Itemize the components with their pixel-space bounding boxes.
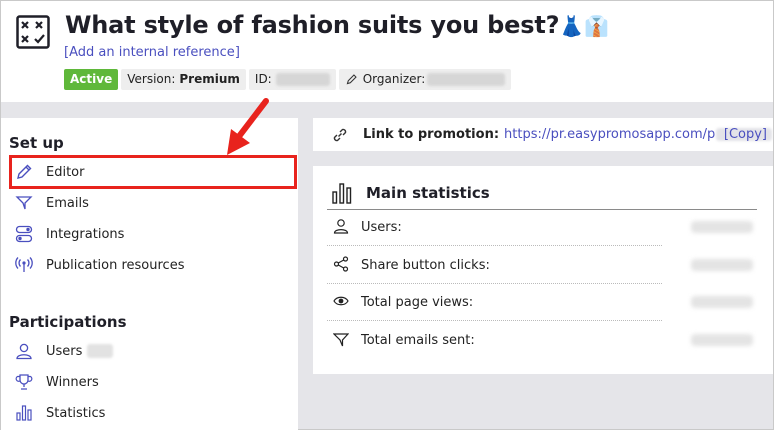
- sidebar-item-label: Statistics: [46, 405, 106, 421]
- status-badge: Active: [64, 69, 119, 90]
- sidebar-item-label: Editor: [46, 164, 85, 180]
- pencil-icon: [14, 162, 34, 182]
- users-count-redacted: [87, 344, 114, 358]
- pencil-icon: [346, 74, 357, 85]
- stat-value-share-clicks-redacted: [691, 259, 753, 271]
- user-icon: [14, 341, 34, 361]
- page-title: What style of fashion suits you best?👗👔: [65, 11, 609, 39]
- id-label: ID:: [254, 72, 272, 86]
- copy-link-button[interactable]: [Copy]: [724, 127, 767, 142]
- stat-row-users: Users:: [327, 209, 662, 246]
- stat-row-total-page-views: Total page views:: [327, 284, 662, 321]
- organizer-label: Organizer:: [362, 72, 426, 86]
- bar-chart-icon: [332, 182, 352, 204]
- organizer-value-redacted: [427, 73, 506, 86]
- setup-section-title: Set up: [9, 134, 64, 152]
- sidebar-item-editor[interactable]: Editor: [9, 155, 297, 189]
- version-badge: Version: Premium: [121, 69, 246, 90]
- contest-logo-icon: [16, 15, 50, 49]
- promotion-url-link[interactable]: https://pr.easypromosapp.com/p: [504, 127, 715, 142]
- bar-chart-icon: [14, 403, 34, 423]
- reference-bracket-close: ]: [234, 45, 240, 60]
- sidebar-item-label: Winners: [46, 374, 99, 390]
- reference-link-text: Add an internal reference: [69, 45, 235, 60]
- send-icon: [333, 332, 351, 350]
- send-icon: [14, 193, 34, 213]
- id-value-redacted: [275, 73, 330, 86]
- stat-value-page-views-redacted: [691, 296, 753, 308]
- sidebar-item-label: Publication resources: [46, 257, 185, 273]
- title-emoji: 👗👔: [559, 14, 609, 38]
- stat-row-share-button-clicks: Share button clicks:: [327, 247, 662, 284]
- eye-icon: [333, 293, 351, 311]
- stat-value-users-redacted: [691, 221, 753, 233]
- id-badge: ID:: [248, 69, 336, 90]
- page-title-text: What style of fashion suits you best?: [65, 11, 560, 39]
- version-label: Version:: [127, 72, 176, 86]
- participations-section-title: Participations: [9, 313, 127, 331]
- main-statistics-header: Main statistics: [327, 176, 757, 210]
- stat-label: Share button clicks:: [361, 257, 490, 273]
- stat-label: Users:: [361, 219, 402, 235]
- sidebar-item-label: Emails: [46, 195, 89, 211]
- stat-value-emails-sent-redacted: [691, 334, 753, 346]
- toggles-icon: [14, 224, 34, 244]
- stat-row-total-emails-sent: Total emails sent:: [327, 322, 662, 359]
- promotion-link-bar: Link to promotion: https://pr.easypromos…: [313, 118, 773, 151]
- broadcast-icon: [14, 255, 34, 275]
- version-value: Premium: [179, 72, 240, 86]
- user-icon: [333, 218, 351, 236]
- trophy-icon: [14, 372, 34, 392]
- promotion-header: What style of fashion suits you best?👗👔 …: [1, 1, 773, 102]
- status-badges: Active Version: Premium ID: Organizer:: [64, 69, 512, 90]
- promotion-link-label: Link to promotion:: [363, 127, 500, 142]
- sidebar-item-label: Users: [46, 343, 83, 359]
- main-statistics-title: Main statistics: [366, 183, 490, 202]
- sidebar-item-winners[interactable]: Winners: [9, 367, 297, 397]
- add-internal-reference-link[interactable]: [Add an internal reference]: [64, 45, 240, 60]
- sidebar-item-label: Integrations: [46, 226, 125, 242]
- link-icon: [333, 128, 347, 141]
- stat-label: Total emails sent:: [361, 333, 475, 348]
- sidebar: Set up Editor Emails Integrations Public…: [1, 118, 298, 430]
- red-arrow-annotation-icon: [227, 98, 269, 155]
- organizer-badge: Organizer:: [338, 69, 512, 90]
- sidebar-item-integrations[interactable]: Integrations: [9, 219, 297, 249]
- share-icon: [333, 256, 351, 274]
- sidebar-item-users[interactable]: Users: [9, 336, 297, 366]
- sidebar-item-statistics[interactable]: Statistics: [9, 398, 297, 428]
- sidebar-item-publication-resources[interactable]: Publication resources: [9, 250, 297, 280]
- sidebar-item-emails[interactable]: Emails: [9, 188, 297, 218]
- stat-label: Total page views:: [361, 294, 474, 310]
